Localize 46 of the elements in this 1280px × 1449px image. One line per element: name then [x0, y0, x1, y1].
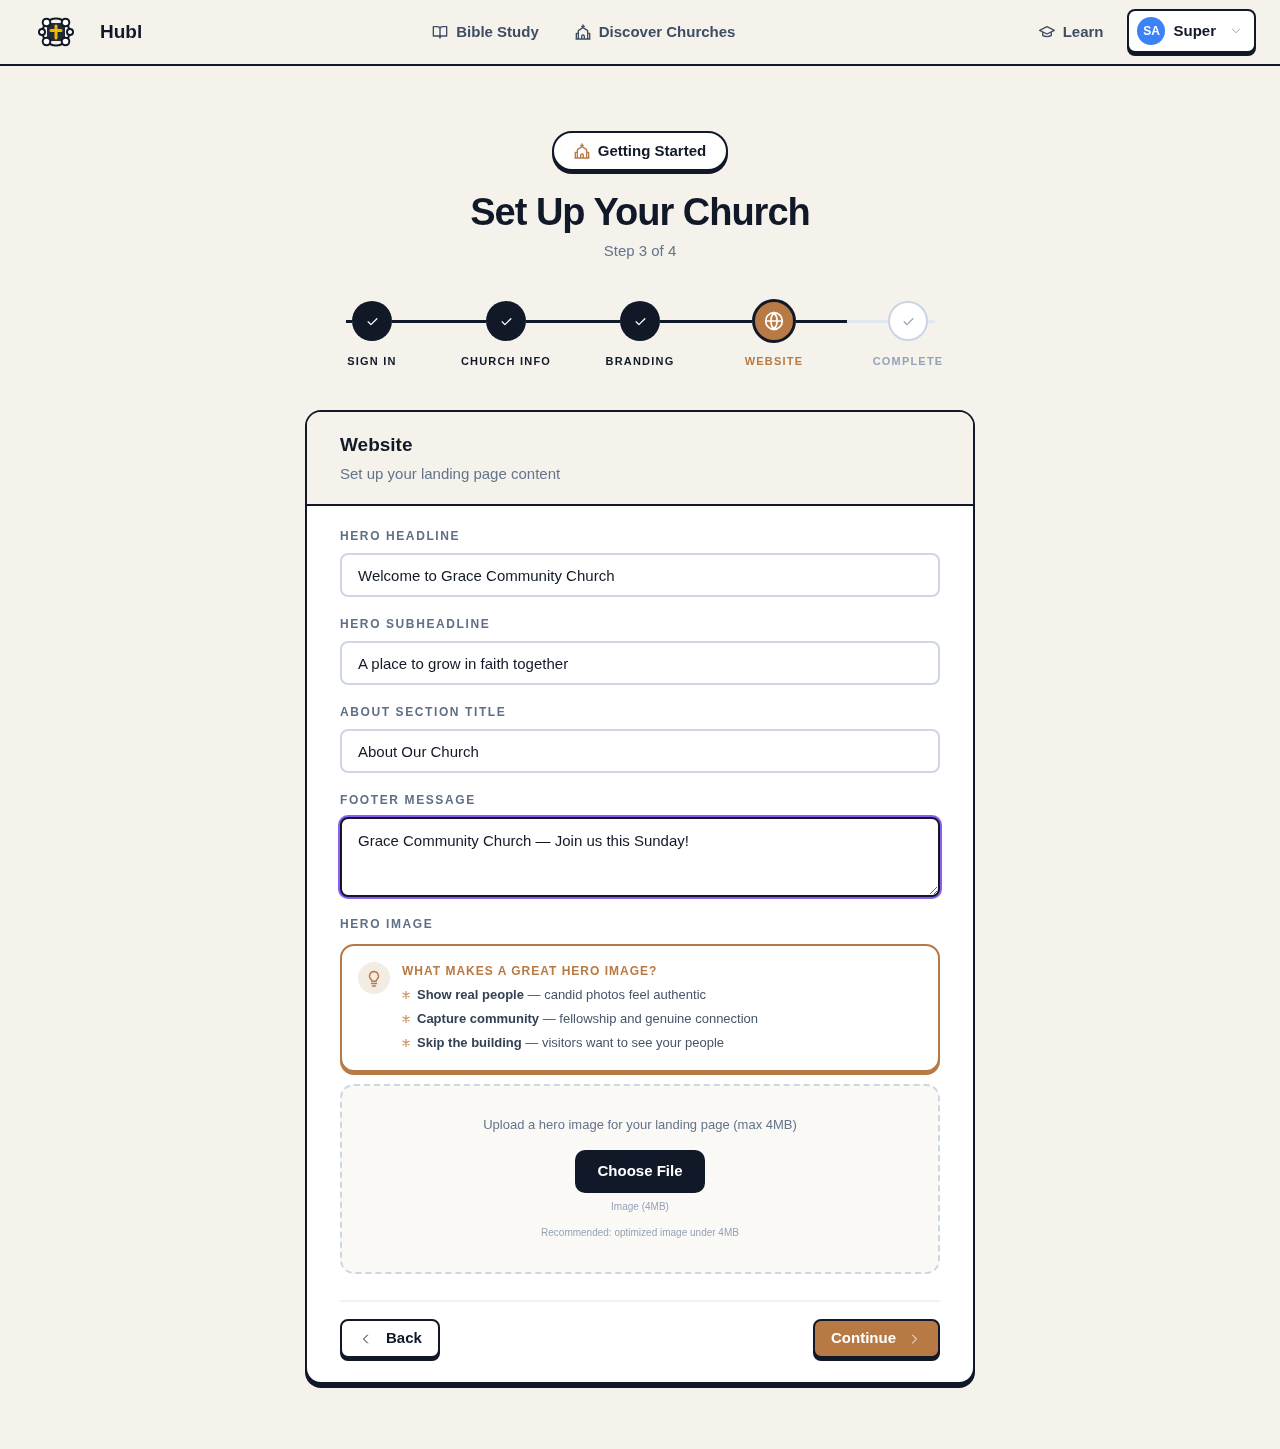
nav-link[interactable]: Bible Study	[432, 20, 539, 44]
field-label: ABOUT SECTION TITLE	[340, 704, 508, 720]
user-menu-button[interactable]: SA Super	[1127, 9, 1256, 53]
globe-icon	[764, 311, 784, 331]
upload-dropzone[interactable]: Upload a hero image for your landing page (max 4MB) Choose File Image (4MB) Recommended: optimized image under 4MB	[340, 1084, 940, 1274]
step-counter: Step 3 of 4	[602, 241, 678, 261]
text-area[interactable]: Grace Community Church — Join us this Sunday!	[340, 817, 940, 897]
asterisk-icon	[402, 1039, 410, 1047]
step-label: COMPLETE	[872, 354, 944, 368]
field-label: FOOTER MESSAGE	[340, 792, 477, 808]
graduation-cap-icon	[1038, 24, 1055, 40]
asterisk-icon	[402, 1015, 410, 1023]
badge-text: Getting Started	[597, 140, 707, 161]
upload-prompt: Upload a hero image for your landing page (max 4MB)	[482, 1116, 798, 1134]
tip-text: Capture community — fellowship and genuine connection	[417, 1010, 759, 1028]
church-icon	[574, 24, 591, 40]
card-title: Website	[340, 433, 414, 457]
learn-link[interactable]: Learn	[1038, 20, 1104, 44]
user-avatar: SA	[1137, 17, 1166, 45]
back-button[interactable]: Back	[340, 1319, 440, 1358]
user-name: Super	[1173, 20, 1216, 41]
asterisk-icon	[402, 991, 410, 999]
text-field[interactable]: Welcome to Grace Community Church	[340, 553, 940, 597]
page-title: Set Up Your Church	[469, 190, 811, 235]
file-type-hint: Image (4MB)	[610, 1200, 670, 1214]
lightbulb-icon	[358, 962, 390, 994]
card-subtitle: Set up your landing page content	[340, 464, 562, 484]
continue-button[interactable]: Continue	[813, 1319, 940, 1358]
step-label: BRANDING	[605, 354, 675, 368]
tips-title: WHAT MAKES A GREAT HERO IMAGE?	[402, 963, 659, 980]
nav-link[interactable]: Discover Churches	[574, 20, 736, 44]
church-icon	[573, 143, 590, 159]
step-label: CHURCH INFO	[460, 354, 552, 368]
choose-file-button[interactable]: Choose File	[575, 1150, 705, 1193]
text-field[interactable]: About Our Church	[340, 729, 940, 773]
text-field[interactable]: A place to grow in faith together	[340, 641, 940, 685]
book-icon	[432, 24, 449, 40]
brand-name: Hubl	[100, 19, 143, 44]
field-label: HERO IMAGE	[340, 916, 435, 932]
tip-text: Show real people — candid photos feel authentic	[417, 986, 707, 1004]
field-label: HERO SUBHEADLINE	[340, 616, 492, 632]
step-label: WEBSITE	[744, 354, 804, 368]
step-label: SIGN IN	[347, 354, 397, 368]
tip-text: Skip the building — visitors want to see your people	[417, 1034, 725, 1052]
field-label: HERO HEADLINE	[340, 528, 462, 544]
recommendation-text: Recommended: optimized image under 4MB	[540, 1226, 740, 1240]
